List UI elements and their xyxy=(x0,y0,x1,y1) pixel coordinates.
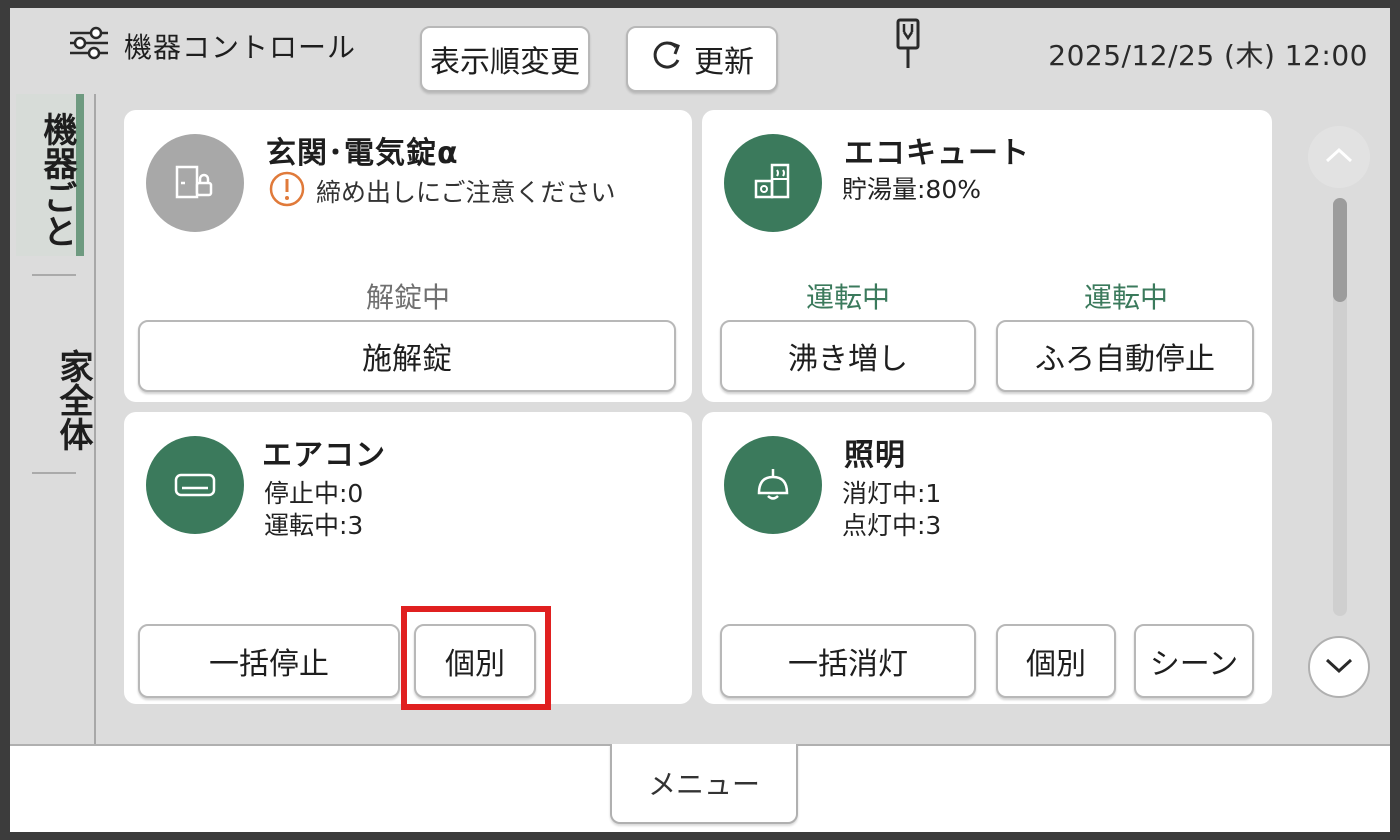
tab-divider xyxy=(32,472,76,474)
refresh-icon xyxy=(650,38,684,80)
datetime: 2025/12/25 (木) 12:00 xyxy=(1048,39,1368,72)
stopped-count: 停止中:0 xyxy=(264,479,364,508)
reorder-button[interactable]: 表示順変更 xyxy=(420,26,590,92)
device-control-screen: 機器コントロール 表示順変更 更新 2025/12/25 (木) 12:00 機… xyxy=(10,8,1390,832)
reheat-button[interactable]: 沸き増し xyxy=(720,320,976,392)
scrollbar-thumb[interactable] xyxy=(1333,198,1347,302)
tab-whole-house[interactable]: 家全体 xyxy=(16,320,93,480)
scroll-down-button[interactable] xyxy=(1308,636,1370,698)
chevron-down-icon xyxy=(1324,656,1354,678)
scene-button[interactable]: シーン xyxy=(1134,624,1254,698)
stop-all-button[interactable]: 一括停止 xyxy=(138,624,400,698)
sliders-icon xyxy=(68,26,110,67)
side-tabs: 機器ごと 家全体 xyxy=(10,94,96,744)
warning-message: 締め出しにご注意ください xyxy=(268,170,616,212)
door-lock-icon xyxy=(146,134,244,232)
lock-toggle-button[interactable]: 施解錠 xyxy=(138,320,676,392)
page-title: 機器コントロール xyxy=(68,26,356,66)
individual-button[interactable]: 個別 xyxy=(414,624,536,698)
water-heater-icon xyxy=(724,134,822,232)
menu-button[interactable]: メニュー xyxy=(610,744,798,824)
reheat-status: 運転中 xyxy=(805,281,890,314)
scroll-up-button[interactable] xyxy=(1308,126,1370,188)
exclamation-circle-icon xyxy=(268,170,306,212)
device-name: 照明 xyxy=(844,438,906,473)
off-count: 消灯中:1 xyxy=(842,479,942,508)
on-count: 点灯中:3 xyxy=(842,511,942,540)
bath-auto-status: 運転中 xyxy=(1083,281,1168,314)
chevron-up-icon xyxy=(1324,146,1354,168)
tab-divider xyxy=(32,274,76,276)
scrollbar[interactable] xyxy=(1333,198,1347,616)
refresh-button[interactable]: 更新 xyxy=(626,26,778,92)
pendant-lamp-icon xyxy=(724,436,822,534)
air-conditioner-icon xyxy=(146,436,244,534)
device-name: エアコン xyxy=(262,438,386,473)
device-card-lighting: 照明 消灯中:1 点灯中:3 一括消灯 個別 シーン xyxy=(702,412,1272,704)
footer-bar: メニュー xyxy=(10,744,1390,832)
hot-water-level: 貯湯量:80% xyxy=(842,175,981,204)
lock-status: 解錠中 xyxy=(365,281,450,314)
device-card-entrance-lock: 玄関･電気錠α 締め出しにご注意ください 解錠中 施解錠 xyxy=(124,110,692,402)
device-name: エコキュート xyxy=(844,136,1030,171)
device-name: 玄関･電気錠α xyxy=(266,136,459,171)
page-title-text: 機器コントロール xyxy=(124,31,357,64)
individual-button[interactable]: 個別 xyxy=(996,624,1116,698)
running-count: 運転中:3 xyxy=(264,511,364,540)
device-card-ecocute: エコキュート 貯湯量:80% 運転中 運転中 沸き増し ふろ自動停止 xyxy=(702,110,1272,402)
turn-off-all-button[interactable]: 一括消灯 xyxy=(720,624,976,698)
device-card-aircon: エアコン 停止中:0 運転中:3 一括停止 個別 xyxy=(124,412,692,704)
tab-per-device[interactable]: 機器ごと xyxy=(16,94,84,256)
plug-icon xyxy=(895,16,921,74)
bath-auto-stop-button[interactable]: ふろ自動停止 xyxy=(996,320,1254,392)
